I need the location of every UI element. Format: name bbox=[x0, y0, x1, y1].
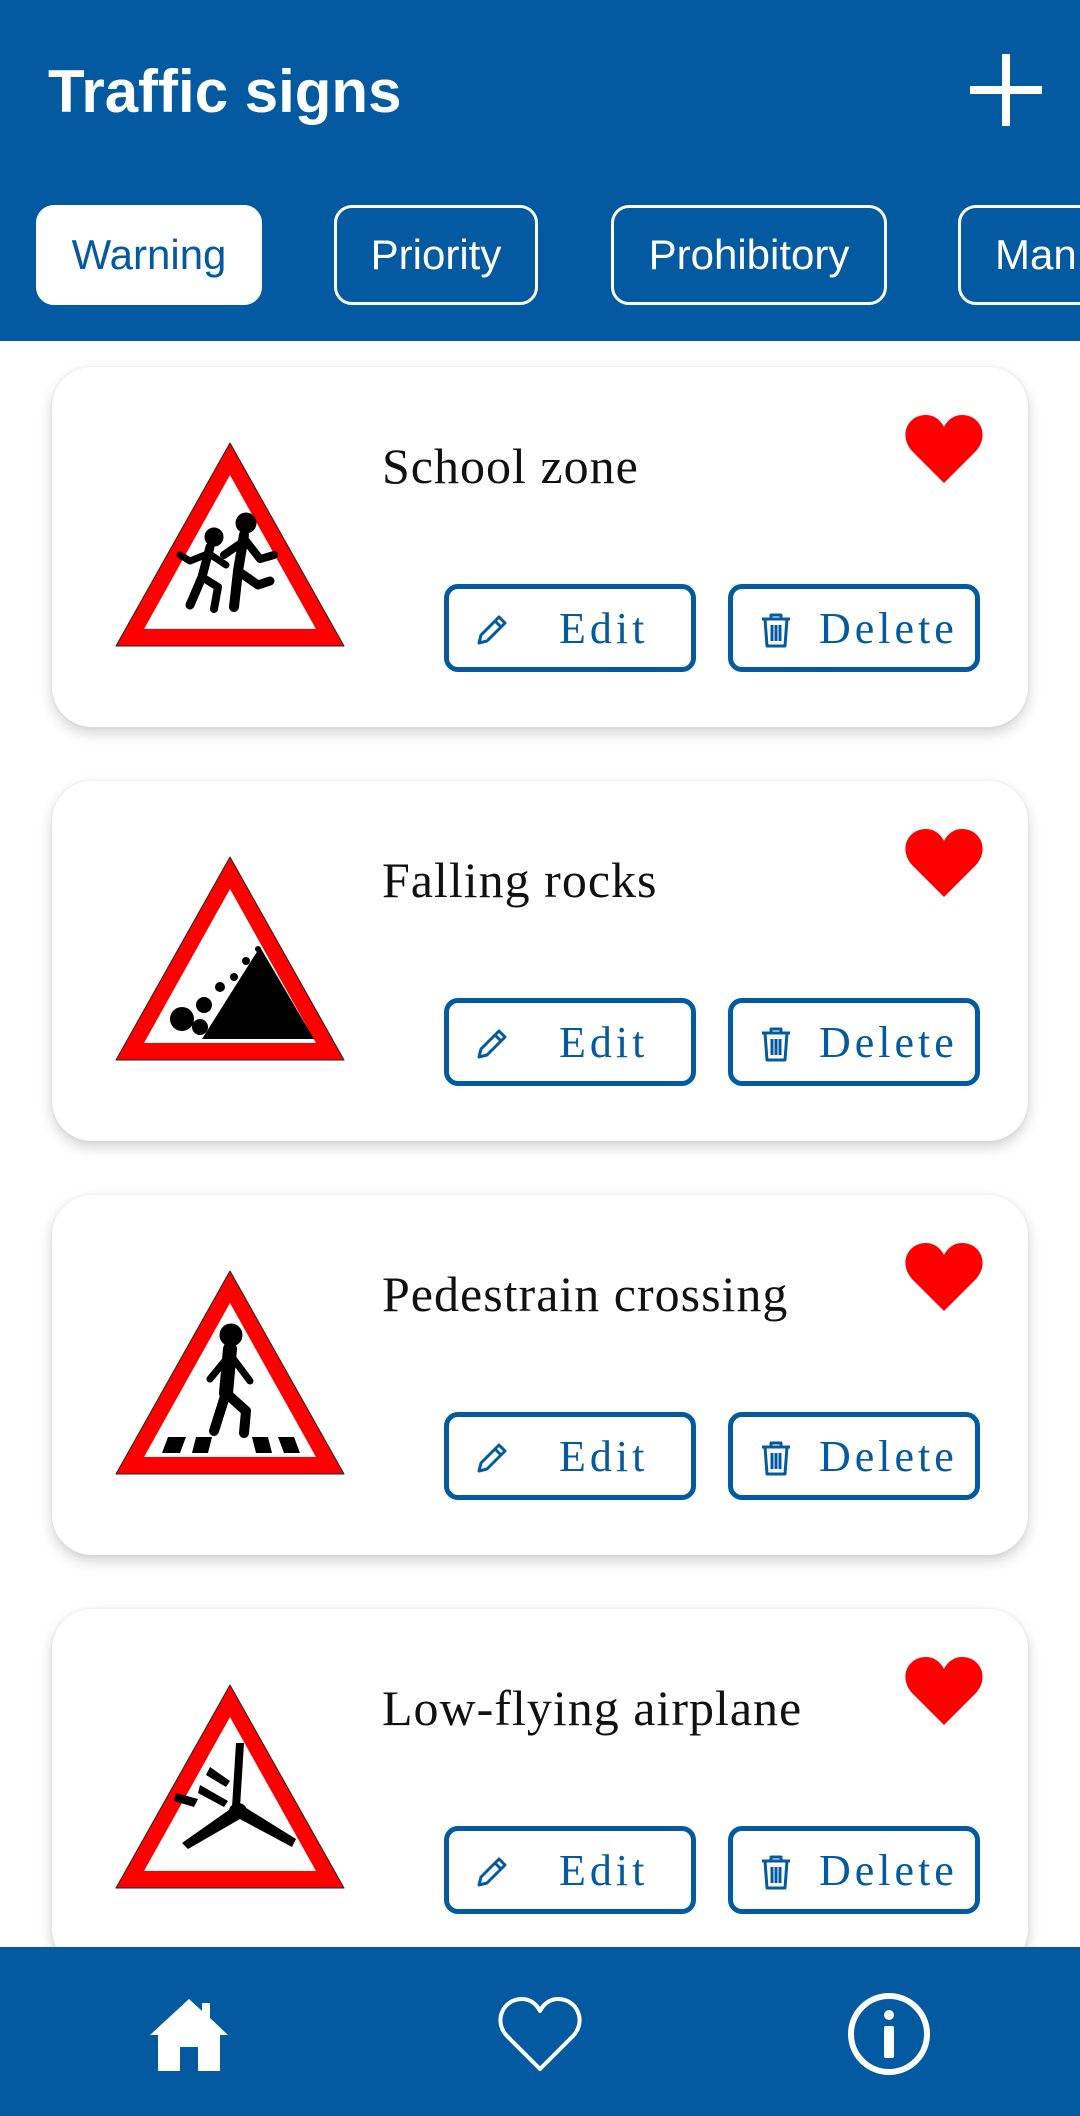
delete-label: Delete bbox=[819, 1017, 958, 1067]
edit-button[interactable]: Edit bbox=[444, 1826, 696, 1914]
sign-title: Falling rocks bbox=[382, 852, 658, 908]
school-zone-sign bbox=[115, 442, 345, 647]
pedestrian-crossing-sign bbox=[115, 1270, 345, 1475]
sign-title: Pedestrain crossing bbox=[382, 1266, 789, 1322]
pencil-icon bbox=[477, 615, 507, 645]
heart-icon[interactable] bbox=[904, 1655, 984, 1727]
edit-label: Edit bbox=[559, 1017, 649, 1067]
tab-mandatory[interactable]: Man bbox=[958, 205, 1080, 305]
trash-icon bbox=[762, 613, 790, 648]
category-tabs: Warning Priority Prohibitory Man bbox=[0, 205, 1080, 307]
delete-button[interactable]: Delete bbox=[728, 1412, 980, 1500]
sign-list: School zone Edit Delete Falling rocks Ed… bbox=[0, 341, 1080, 1947]
bottom-navigation bbox=[0, 1947, 1080, 2116]
delete-label: Delete bbox=[819, 1845, 958, 1895]
delete-label: Delete bbox=[819, 1431, 958, 1481]
sign-card: School zone Edit Delete bbox=[52, 367, 1028, 727]
tab-priority[interactable]: Priority bbox=[334, 205, 538, 305]
delete-button[interactable]: Delete bbox=[728, 584, 980, 672]
edit-label: Edit bbox=[559, 1431, 649, 1481]
edit-button[interactable]: Edit bbox=[444, 1412, 696, 1500]
sign-card: Low-flying airplane Edit Delete bbox=[52, 1609, 1028, 1947]
edit-label: Edit bbox=[559, 1845, 649, 1895]
delete-label: Delete bbox=[819, 603, 958, 653]
trash-icon bbox=[762, 1027, 790, 1062]
edit-button[interactable]: Edit bbox=[444, 584, 696, 672]
sign-card: Falling rocks Edit Delete bbox=[52, 781, 1028, 1141]
pencil-icon bbox=[477, 1029, 507, 1059]
sign-card: Pedestrain crossing Edit Delete bbox=[52, 1195, 1028, 1555]
plus-icon[interactable] bbox=[966, 50, 1046, 130]
tab-warning[interactable]: Warning bbox=[36, 205, 262, 305]
heart-icon[interactable] bbox=[904, 1241, 984, 1313]
low-flying-airplane-sign bbox=[115, 1684, 345, 1889]
heart-outline-icon[interactable] bbox=[495, 1989, 585, 2079]
home-icon[interactable] bbox=[144, 1989, 234, 2079]
sign-title: Low-flying airplane bbox=[382, 1680, 803, 1736]
info-icon[interactable] bbox=[844, 1989, 934, 2079]
sign-title: School zone bbox=[382, 438, 639, 494]
heart-icon[interactable] bbox=[904, 827, 984, 899]
app-bar: Traffic signs Warning Priority Prohibito… bbox=[0, 0, 1080, 341]
pencil-icon bbox=[477, 1443, 507, 1473]
pencil-icon bbox=[477, 1857, 507, 1887]
edit-button[interactable]: Edit bbox=[444, 998, 696, 1086]
delete-button[interactable]: Delete bbox=[728, 1826, 980, 1914]
heart-icon[interactable] bbox=[904, 413, 984, 485]
falling-rocks-sign bbox=[115, 856, 345, 1061]
delete-button[interactable]: Delete bbox=[728, 998, 980, 1086]
trash-icon bbox=[762, 1441, 790, 1476]
tab-prohibitory[interactable]: Prohibitory bbox=[611, 205, 887, 305]
trash-icon bbox=[762, 1855, 790, 1890]
page-title: Traffic signs bbox=[48, 58, 402, 125]
edit-label: Edit bbox=[559, 603, 649, 653]
